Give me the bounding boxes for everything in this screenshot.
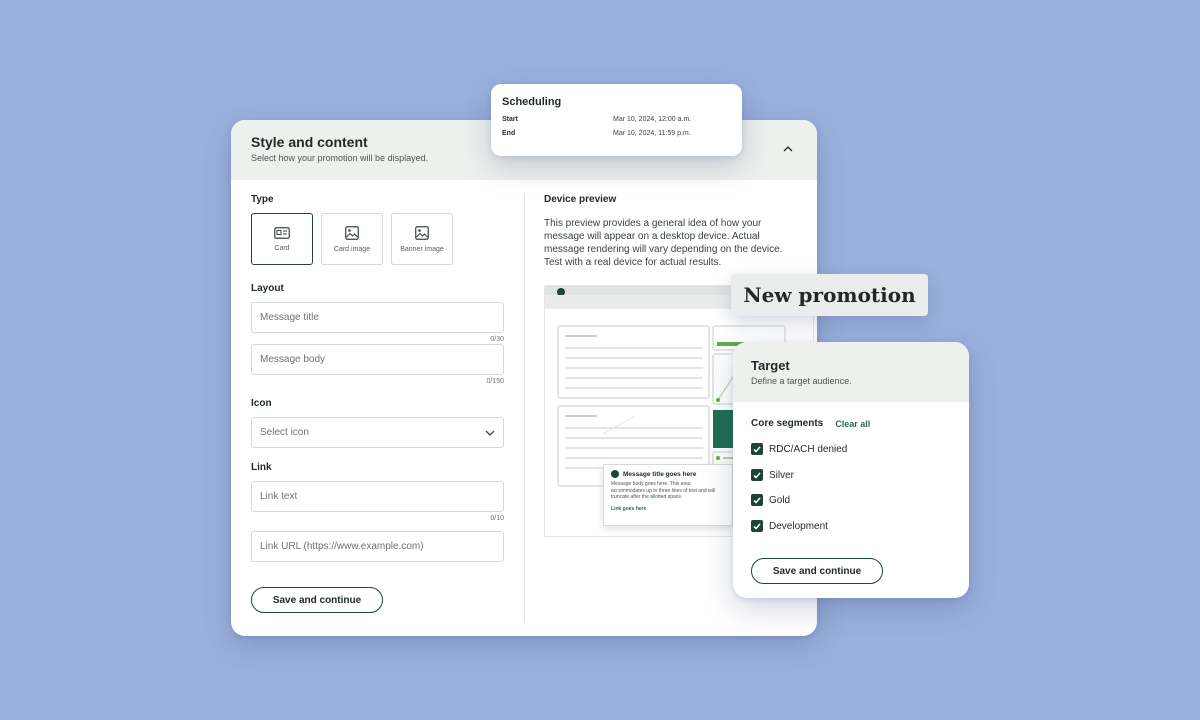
column-divider xyxy=(524,194,525,622)
form-column: Type Card Card image Banner image Layout… xyxy=(251,194,504,613)
body-char-counter: 0/150 xyxy=(486,378,504,385)
device-preview-description: This preview provides a general idea of … xyxy=(544,218,783,268)
scheduling-card: Scheduling Start Mar 10, 2024, 12:00 a.m… xyxy=(491,84,742,156)
core-segments-label: Core segments xyxy=(751,418,824,429)
segment-silver[interactable]: Silver xyxy=(751,469,794,481)
type-option-banner-image[interactable]: Banner image xyxy=(391,213,453,265)
device-preview-label: Device preview xyxy=(544,194,617,205)
check-icon xyxy=(753,446,761,453)
checkbox-checked[interactable] xyxy=(751,494,763,506)
checkbox-checked[interactable] xyxy=(751,469,763,481)
style-and-content-panel: Style and content Select how your promot… xyxy=(231,120,817,636)
end-value: Mar 10, 2024, 11:59 p.m. xyxy=(613,130,691,137)
checkbox-checked[interactable] xyxy=(751,443,763,455)
mock-message-body: Message body goes here. This area accomm… xyxy=(611,481,715,500)
link-label: Link xyxy=(251,462,272,473)
schedule-end-row: End Mar 10, 2024, 11:59 p.m. xyxy=(502,130,731,137)
link-text-counter: 0/10 xyxy=(490,515,504,522)
mock-message-header: Message title goes here xyxy=(611,470,725,478)
segments-header: Core segments Clear all xyxy=(751,418,870,429)
start-value: Mar 10, 2024, 12:00 a.m. xyxy=(613,116,692,123)
schedule-start-row: Start Mar 10, 2024, 12:00 a.m. xyxy=(502,116,731,123)
type-option-label: Card xyxy=(274,244,290,252)
target-subtitle: Define a target audience. xyxy=(751,376,852,386)
chevron-up-icon xyxy=(783,146,793,152)
collapse-button[interactable] xyxy=(779,140,797,158)
checkbox-checked[interactable] xyxy=(751,520,763,532)
scheduling-title: Scheduling xyxy=(502,96,562,108)
start-label: Start xyxy=(502,116,518,123)
type-label: Type xyxy=(251,194,274,205)
segment-label: RDC/ACH denied xyxy=(769,443,848,455)
segment-label: Gold xyxy=(769,494,791,506)
target-header: Target Define a target audience. xyxy=(733,342,969,402)
mock-message-link: Link goes here xyxy=(611,505,647,512)
type-option-label: Card image xyxy=(333,245,371,253)
title-char-counter: 0/30 xyxy=(490,336,504,343)
link-url-input[interactable]: Link URL (https://www.example.com) xyxy=(251,531,504,562)
type-option-card-image[interactable]: Card image xyxy=(321,213,383,265)
layout-label: Layout xyxy=(251,283,284,294)
mock-message-card: Message title goes here Message body goe… xyxy=(603,464,733,526)
icon-label: Icon xyxy=(251,398,272,409)
segment-label: Development xyxy=(769,520,828,532)
icon-select-value: Select icon xyxy=(260,427,309,438)
type-options: Card Card image Banner image xyxy=(251,213,504,265)
segment-label: Silver xyxy=(769,469,795,481)
check-icon xyxy=(753,472,761,479)
clear-all-link[interactable]: Clear all xyxy=(835,419,870,429)
chevron-down-icon xyxy=(485,430,495,436)
link-text-input[interactable]: Link text xyxy=(251,481,504,512)
message-body-input[interactable]: Message body xyxy=(251,344,504,375)
card-icon xyxy=(274,226,290,239)
image-icon xyxy=(415,225,429,240)
type-option-card[interactable]: Card xyxy=(251,213,313,265)
target-title: Target xyxy=(751,358,790,373)
mock-message-title: Message title goes here xyxy=(623,470,697,478)
type-option-label: Banner image xyxy=(400,245,444,253)
new-promotion-label: New promotion xyxy=(731,274,928,316)
icon-select[interactable]: Select icon xyxy=(251,417,504,448)
end-label: End xyxy=(502,130,516,137)
message-title-input[interactable]: Message title xyxy=(251,302,504,333)
check-icon xyxy=(753,497,761,504)
save-and-continue-button[interactable]: Save and continue xyxy=(251,587,383,613)
preview-column: Device preview This preview provides a g… xyxy=(544,194,789,269)
target-card: Target Define a target audience. Core se… xyxy=(733,342,969,598)
image-icon xyxy=(345,225,359,240)
segment-gold[interactable]: Gold xyxy=(751,494,790,506)
mock-message-icon xyxy=(611,470,619,478)
target-save-and-continue-button[interactable]: Save and continue xyxy=(751,558,883,584)
check-icon xyxy=(753,523,761,530)
segment-rdc-ach-denied[interactable]: RDC/ACH denied xyxy=(751,443,847,455)
segment-development[interactable]: Development xyxy=(751,520,828,532)
